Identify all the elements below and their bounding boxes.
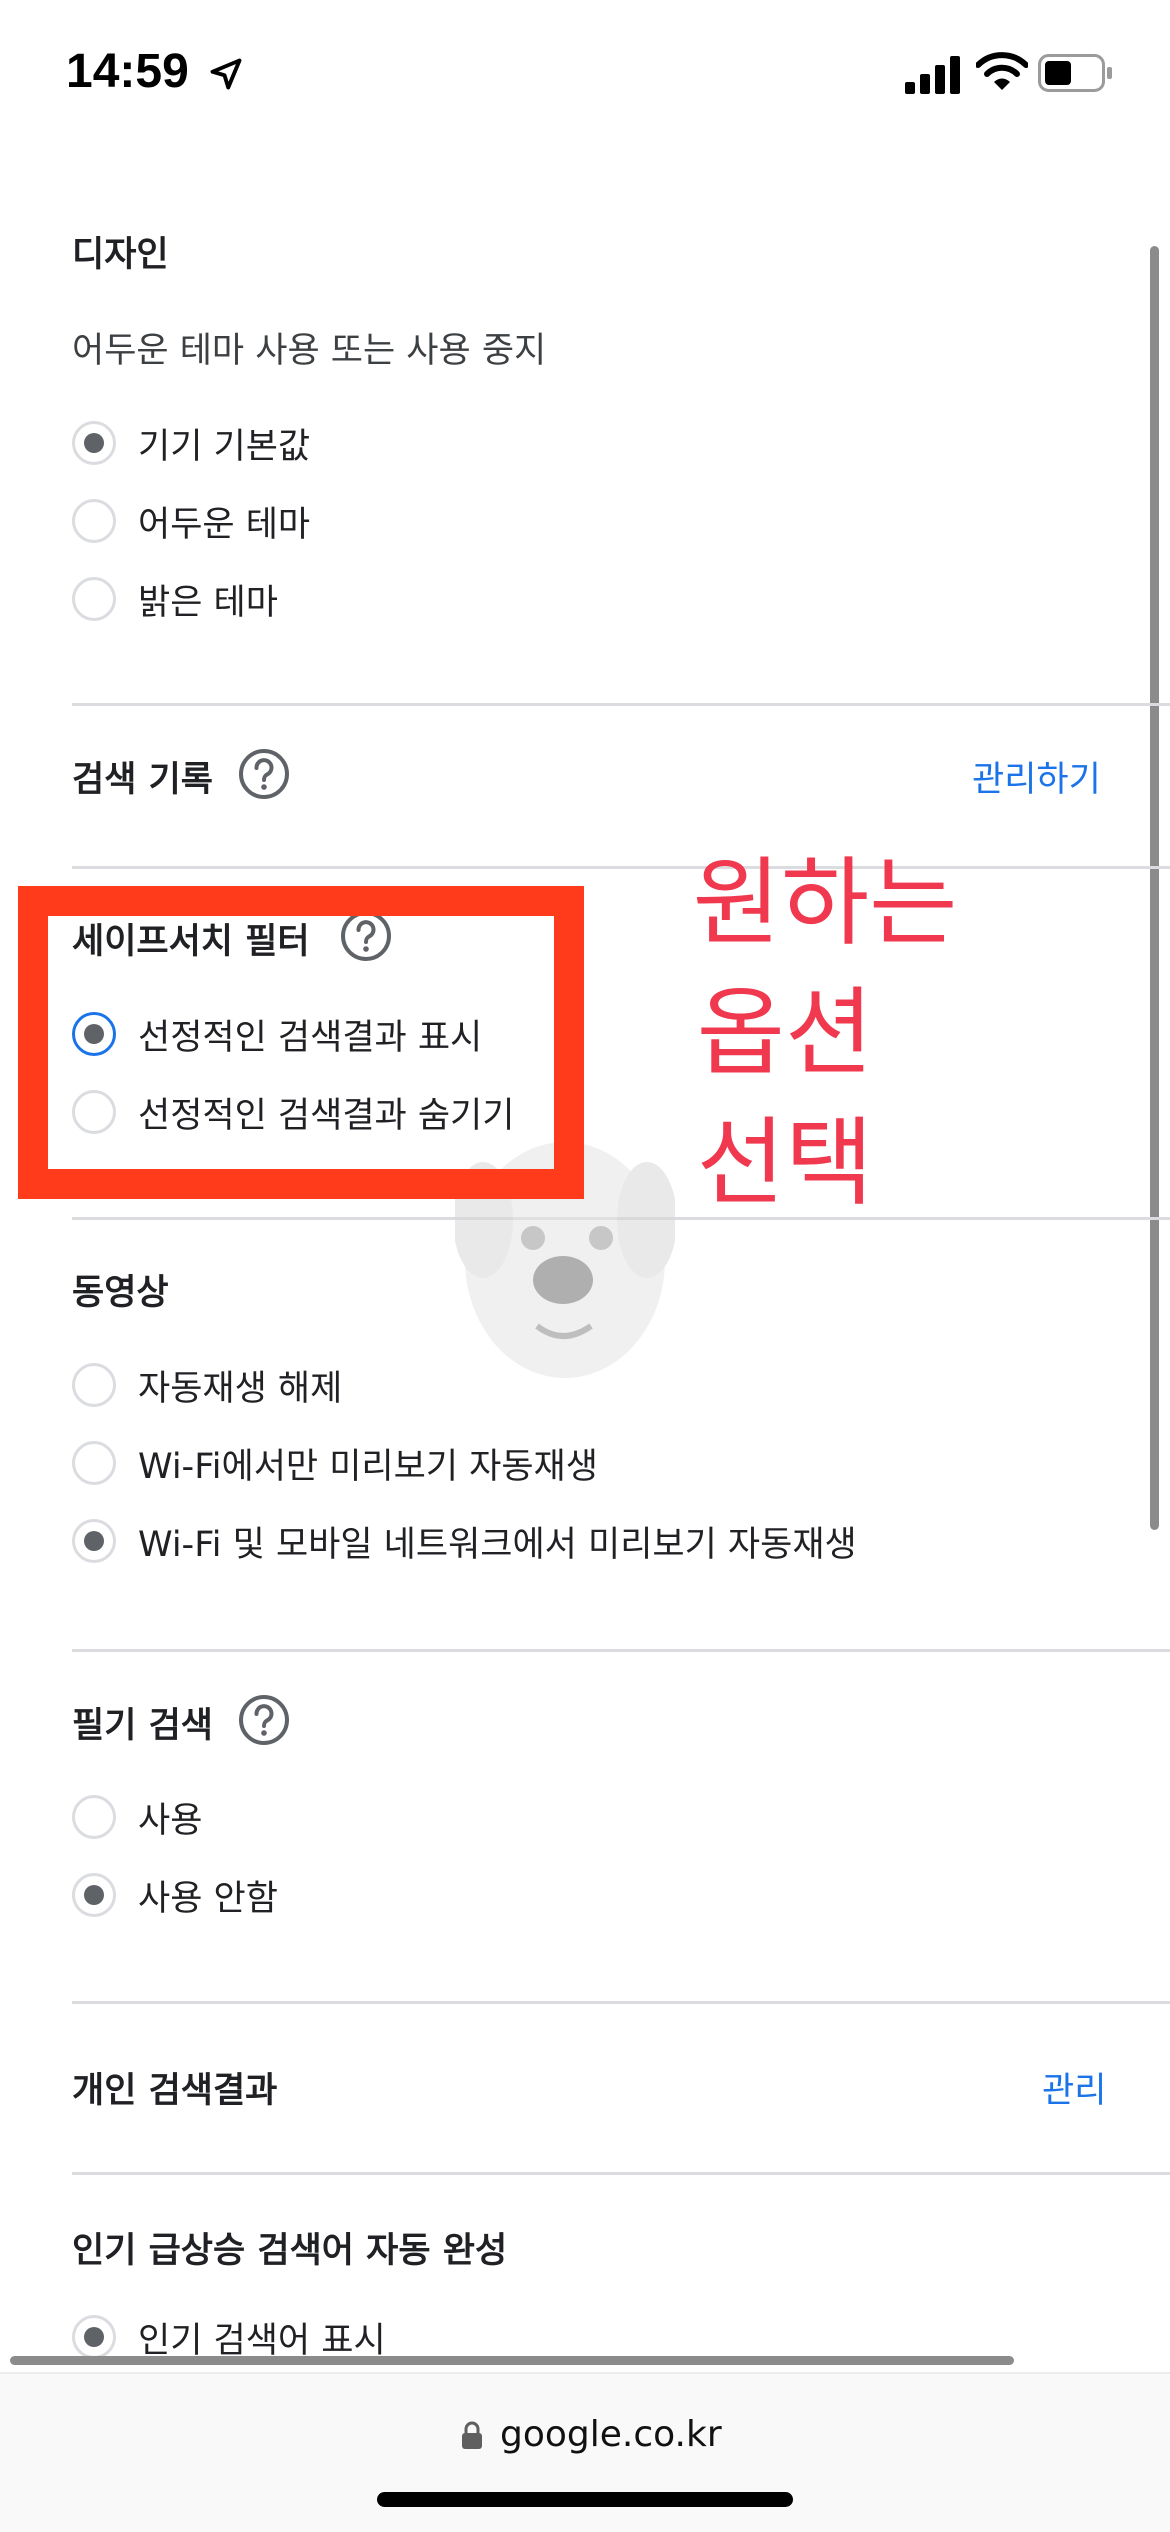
radio-option-autoplay-wifi-mobile[interactable]: Wi-Fi 및 모바일 네트워크에서 미리보기 자동재생 [72, 1518, 857, 1565]
status-bar: 14:59 [0, 0, 1170, 150]
radio-label: 기기 기본값 [138, 426, 311, 467]
radio-label: 인기 검색어 표시 [138, 2320, 386, 2361]
divider [72, 703, 1170, 706]
annotation-text-line2: 옵션 [696, 977, 874, 1089]
location-arrow-icon [210, 58, 242, 90]
radio-option-autoplay-off[interactable]: 자동재생 해제 [72, 1362, 343, 1409]
battery-icon [1038, 54, 1112, 92]
radio-button[interactable] [72, 499, 116, 543]
manage-personal-results-link[interactable]: 관리 [1042, 2062, 1106, 2113]
manage-search-history-link[interactable]: 관리하기 [972, 751, 1101, 802]
radio-label: Wi-Fi에서만 미리보기 자동재생 [138, 1446, 598, 1487]
handwriting-section-title: 필기 검색 [72, 1706, 213, 1746]
radio-label: 자동재생 해제 [138, 1368, 343, 1409]
radio-option-light-theme[interactable]: 밝은 테마 [72, 576, 278, 623]
annotation-text-line1: 원하는 [692, 847, 958, 959]
video-section-title: 동영상 [72, 1273, 169, 1313]
radio-button[interactable] [72, 577, 116, 621]
radio-option-dark-theme[interactable]: 어두운 테마 [72, 498, 311, 545]
personal-results-title: 개인 검색결과 [72, 2071, 278, 2111]
help-icon[interactable] [238, 1694, 290, 1746]
horizontal-scrollbar[interactable] [10, 2356, 1014, 2365]
radio-label: 밝은 테마 [138, 582, 278, 623]
design-section-title: 디자인 [72, 235, 169, 275]
radio-button[interactable] [72, 1873, 116, 1917]
radio-button[interactable] [72, 421, 116, 465]
divider [72, 2001, 1170, 2004]
vertical-scrollbar[interactable] [1150, 246, 1159, 1530]
radio-option-autoplay-wifi-only[interactable]: Wi-Fi에서만 미리보기 자동재생 [72, 1440, 598, 1487]
annotation-text-line3: 선택 [696, 1107, 874, 1219]
radio-label: 사용 [138, 1800, 203, 1841]
radio-option-show-trending[interactable]: 인기 검색어 표시 [72, 2314, 386, 2361]
radio-option-handwriting-off[interactable]: 사용 안함 [72, 1872, 278, 1919]
trending-section-title: 인기 급상승 검색어 자동 완성 [72, 2231, 508, 2271]
cellular-signal-icon [905, 56, 960, 94]
radio-option-handwriting-on[interactable]: 사용 [72, 1794, 203, 1841]
radio-button[interactable] [72, 1519, 116, 1563]
search-history-title: 검색 기록 [72, 760, 213, 800]
radio-button[interactable] [72, 2315, 116, 2359]
radio-label: 사용 안함 [138, 1878, 278, 1919]
radio-label: 어두운 테마 [138, 504, 311, 545]
divider [72, 2172, 1170, 2175]
radio-button[interactable] [72, 1795, 116, 1839]
radio-label: Wi-Fi 및 모바일 네트워크에서 미리보기 자동재생 [138, 1524, 857, 1565]
home-indicator[interactable] [377, 2492, 793, 2507]
url-domain[interactable]: google.co.kr [500, 2414, 722, 2455]
wifi-icon [976, 52, 1028, 90]
divider [72, 1649, 1170, 1652]
highlight-box [18, 886, 584, 1199]
radio-button[interactable] [72, 1441, 116, 1485]
settings-page: 14:59 디자인 어두운 테마 사용 또는 사용 중지 기기 기본값 어두운 [0, 0, 1170, 2532]
radio-option-device-default[interactable]: 기기 기본값 [72, 420, 311, 467]
lock-icon [462, 2421, 482, 2449]
status-time: 14:59 [66, 45, 189, 98]
help-icon[interactable] [238, 748, 290, 800]
design-description: 어두운 테마 사용 또는 사용 중지 [72, 331, 547, 371]
radio-button[interactable] [72, 1363, 116, 1407]
browser-address-bar[interactable]: google.co.kr [0, 2372, 1170, 2532]
